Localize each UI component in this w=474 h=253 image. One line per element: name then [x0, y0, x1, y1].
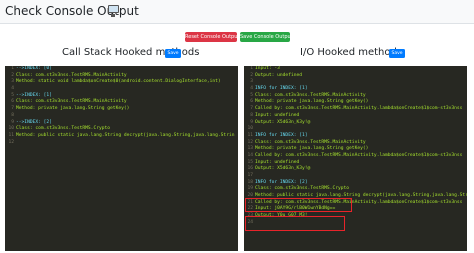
line-number: 1 — [250, 66, 253, 71]
line-text: Method: private java.lang.String getKey(… — [255, 146, 369, 152]
console-line: 9 Output: X5d63n_K3y!@ — [244, 120, 467, 127]
line-text: Input: undefined — [255, 112, 300, 118]
header-bar: Check Console Output — [0, 0, 474, 24]
line-text: Called by: com.st3v3nss.TestRMS.MainActi… — [255, 152, 463, 158]
call-stack-console[interactable]: 1 -->INDEX: [0] 2 Class: com.st3v3nss.TestR… — [5, 66, 238, 251]
console-line: 1 Input: -3 — [244, 66, 467, 73]
console-line: 2 Output: undefined — [244, 73, 467, 80]
line-number: 7 — [250, 106, 253, 112]
line-number: 8 — [250, 112, 253, 118]
line-text: Method: private java.lang.String getKey(… — [16, 106, 130, 112]
console-line: 3 Method: static void lambda$onCreate$0(a… — [5, 79, 238, 86]
save-io-button[interactable]: Save — [389, 49, 405, 58]
console-line: 1 -->INDEX: [0] — [5, 66, 238, 73]
line-text: INFO for INDEX: [2] — [255, 179, 308, 185]
line-number: 17 — [247, 173, 253, 178]
line-text: Class: com.st3v3nss.TestRMS.MainActivity — [16, 72, 127, 78]
console-line: 16 Output: X5d63n_K3y!@ — [244, 166, 467, 173]
console-line: 8 — [5, 113, 238, 120]
console-line: 7 Method: private java.lang.String getKey… — [5, 106, 238, 113]
reset-console-button[interactable]: Reset Console Output — [185, 32, 239, 42]
line-text: Input: undefined — [255, 159, 300, 165]
console-line: 11 INFO for INDEX: [1] — [244, 133, 467, 140]
line-number: 10 — [8, 126, 14, 132]
line-text: Class: com.st3v3nss.TestRMS.MainActivity — [255, 139, 366, 145]
console-line: 10 — [244, 126, 467, 133]
line-text: Output: X5d63n_K3y!@ — [255, 119, 311, 125]
line-text: INFO for INDEX: [1] — [255, 132, 308, 138]
console-line: 14 Called by: com.st3v3nss.TestRMS.MainAc… — [244, 153, 467, 160]
line-text: Class: com.st3v3nss.TestRMS.Crypto — [16, 126, 111, 132]
line-text: Class: com.st3v3nss.TestRMS.MainActivity — [255, 92, 366, 98]
save-call-stack-button[interactable]: Save — [165, 49, 181, 58]
monitor-icon — [108, 5, 119, 17]
line-number: 7 — [11, 106, 14, 112]
line-number: 10 — [247, 126, 253, 132]
console-line: 8 Input: undefined — [244, 113, 467, 120]
line-text: Output: X5d63n_K3y!@ — [255, 166, 311, 172]
line-text: -->INDEX: [2] — [16, 119, 52, 125]
line-text: Output: undefined — [255, 72, 303, 78]
line-text: Class: com.st3v3nss.TestRMS.Crypto — [255, 186, 350, 192]
console-line: 4 INFO for INDEX: [1] — [244, 86, 467, 93]
console-line: 13 Method: private java.lang.String getKe… — [244, 146, 467, 153]
save-console-button[interactable]: Save Console Output — [240, 32, 293, 42]
console-line: 17 — [244, 173, 467, 180]
line-text: Input: -3 — [255, 66, 280, 71]
line-number: 12 — [8, 139, 14, 145]
line-text: Class: com.st3v3nss.TestRMS.MainActivity — [16, 99, 127, 105]
line-number: 16 — [247, 166, 253, 172]
line-text: -->INDEX: [1] — [16, 92, 52, 98]
line-text: Method: public static java.lang.String d… — [16, 132, 235, 138]
console-line: 12 — [5, 140, 238, 147]
line-number: 8 — [11, 112, 14, 118]
io-title: I/O Hooked methods — [300, 47, 403, 58]
line-text: -->INDEX: [0] — [16, 66, 52, 71]
line-number: 4 — [11, 86, 14, 92]
console-line: 7 Called by: com.st3v3nss.TestRMS.MainAct… — [244, 106, 467, 113]
line-number: 11 — [8, 132, 14, 138]
console-line: 10 Class: com.st3v3nss.TestRMS.Crypto — [5, 126, 238, 133]
line-text: INFO for INDEX: [1] — [255, 86, 308, 92]
console-line: 4 — [5, 86, 238, 93]
line-text: Method: static void lambda$onCreate$0(an… — [16, 79, 221, 85]
highlight-io-box — [245, 216, 345, 231]
line-number: 13 — [247, 146, 253, 152]
line-text: Method: private java.lang.String getKey(… — [255, 99, 369, 105]
line-number: 1 — [11, 66, 14, 71]
line-number: 14 — [247, 152, 253, 158]
console-line: 11 Method: public static java.lang.String… — [5, 133, 238, 140]
line-number: 4 — [250, 86, 253, 92]
io-console[interactable]: 1 Input: -3 2 Output: undefined 3 4 INFO for I… — [244, 66, 467, 251]
highlight-method-box — [245, 198, 352, 212]
line-text: Called by: com.st3v3nss.TestRMS.MainActi… — [255, 106, 463, 112]
line-number: 11 — [247, 132, 253, 138]
